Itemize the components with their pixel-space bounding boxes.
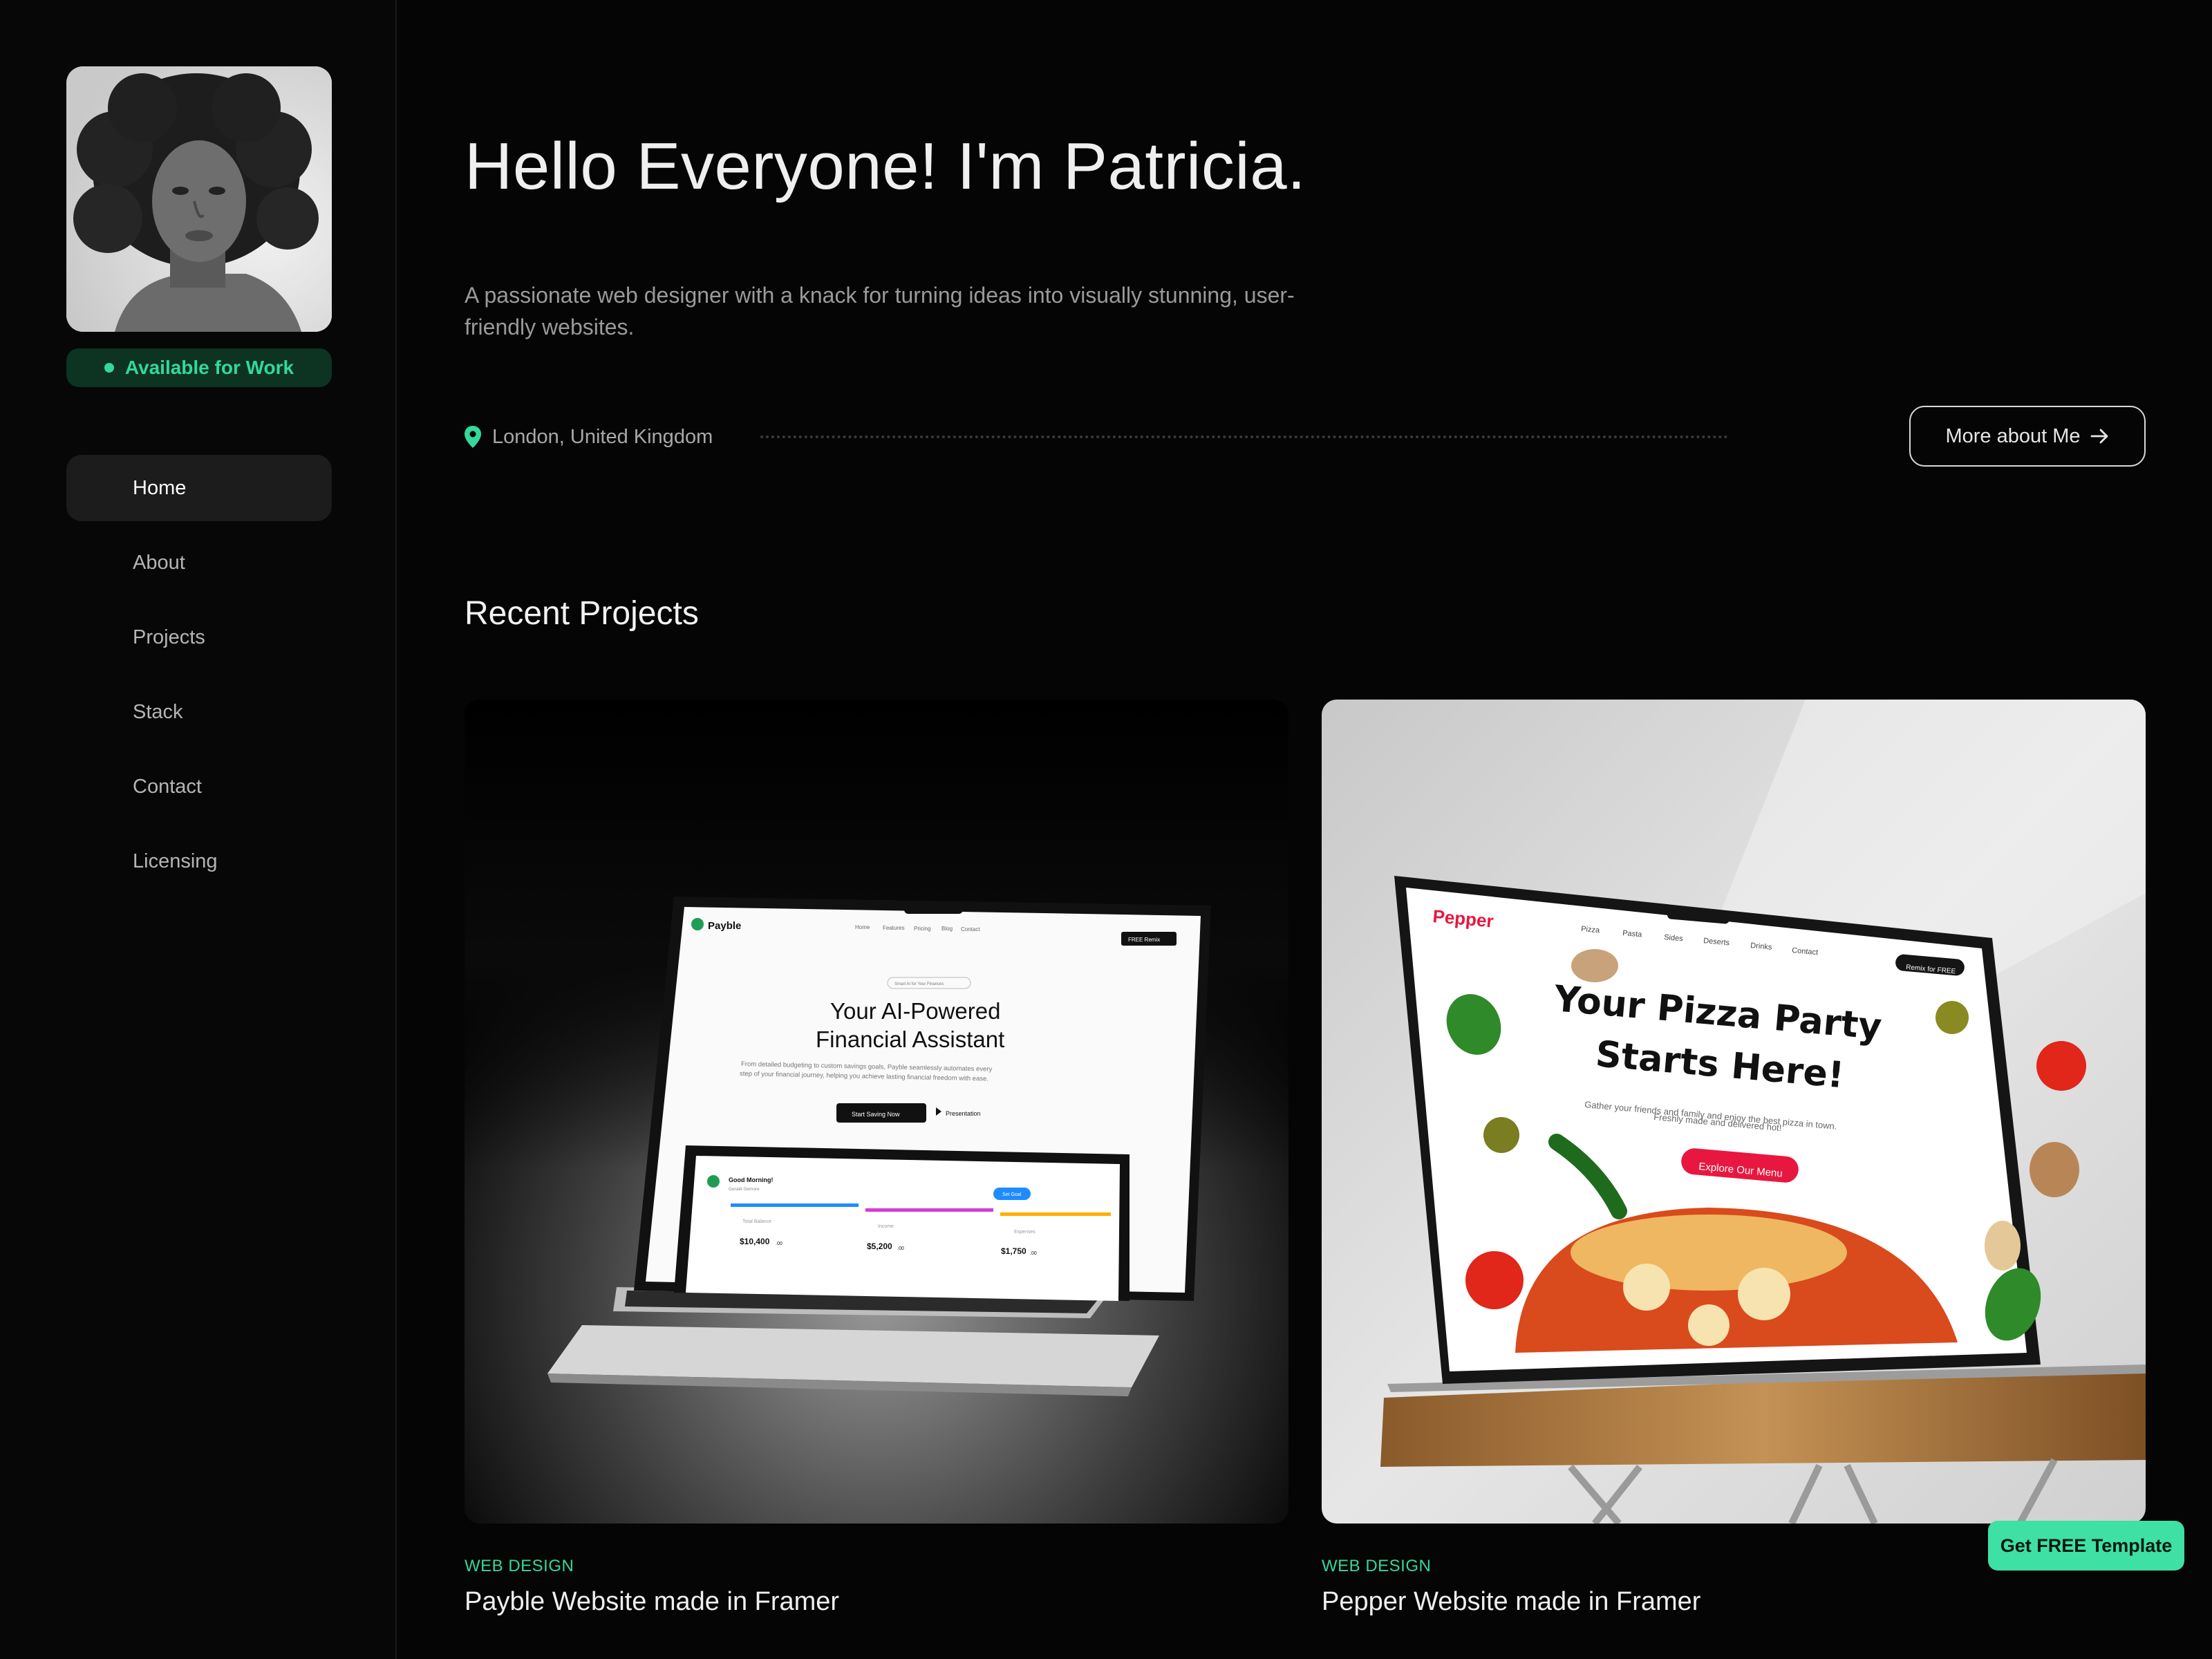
nav-item-about[interactable]: About [66, 529, 332, 596]
payble-nav-button: FREE Remix [1128, 937, 1160, 943]
payble-nav-blog: Blog [941, 926, 953, 932]
payble-stat3-label: Expenses [1014, 1230, 1035, 1235]
arrow-right-icon [2090, 429, 2108, 444]
payble-stat1-label: Total Balance [742, 1219, 771, 1224]
location-text: London, United Kingdom [492, 425, 713, 448]
nav-item-label: Home [133, 476, 187, 499]
pepper-nav-pasta: Pasta [1622, 929, 1643, 939]
get-free-template-button[interactable]: Get FREE Template [1988, 1521, 2184, 1571]
payble-stat3-value: $1,750 [1001, 1246, 1027, 1256]
project-category: WEB DESIGN [465, 1557, 574, 1575]
nav-item-projects[interactable]: Projects [66, 604, 332, 671]
payble-dash-button: Set Goal [1002, 1192, 1022, 1197]
hero-description: A passionate web designer with a knack f… [465, 283, 1295, 339]
pepper-laptop-mockup: Pepper Pizza Pasta Sides Deserts Drinks … [1322, 700, 2146, 1524]
payble-dash-greeting: Good Morning! [729, 1177, 773, 1183]
availability-label: Available for Work [124, 357, 294, 378]
nav-item-label: Stack [133, 700, 183, 723]
status-dot-icon [104, 363, 114, 373]
project-title[interactable]: Payble Website made in Framer [465, 1587, 839, 1617]
payble-nav-features: Features [883, 925, 905, 931]
payble-headline-1: Your AI-Powered [830, 998, 1000, 1024]
nav-item-home[interactable]: Home [66, 455, 332, 521]
more-about-me-button[interactable]: More about Me [1909, 406, 2146, 467]
payble-stat2-value: $5,200 [867, 1241, 892, 1251]
pepper-nav-sides: Sides [1664, 933, 1684, 943]
payble-secondary-button: Presentation [946, 1110, 981, 1117]
payble-dash-sub: Gerald Gemore [729, 1187, 760, 1192]
more-about-me-label: More about Me [1945, 424, 2081, 447]
payble-headline-2: Financial Assistant [816, 1027, 1004, 1052]
payble-stat2-label: Income [878, 1224, 894, 1229]
payble-nav-home: Home [855, 924, 870, 930]
payble-nav-pricing: Pricing [914, 926, 930, 932]
project-title[interactable]: Pepper Website made in Framer [1322, 1587, 1700, 1617]
hero-title: Hello Everyone! I'm Patricia. [465, 129, 1306, 203]
pepper-nav-pizza: Pizza [1581, 925, 1601, 935]
payble-stat1-value: $10,400 [740, 1237, 770, 1246]
payble-stat2-cents: .00 [897, 1246, 904, 1251]
dotted-divider [760, 435, 1728, 438]
availability-badge: Available for Work [66, 348, 332, 387]
project-card-payble-image[interactable]: Payble Home Features Pricing Blog Contac… [465, 700, 1288, 1524]
project-category: WEB DESIGN [1322, 1557, 1432, 1575]
avatar [66, 66, 332, 332]
payble-pill: Smart AI for Your Finances [894, 982, 944, 986]
sidebar: Available for Work Home About Projects S… [0, 0, 397, 1659]
payble-brand: Payble [708, 920, 741, 932]
nav-item-contact[interactable]: Contact [66, 753, 332, 820]
payble-nav-contact: Contact [961, 926, 980, 932]
section-title: Recent Projects [465, 595, 699, 632]
project-card-pepper-image[interactable]: Pepper Pizza Pasta Sides Deserts Drinks … [1322, 700, 2146, 1524]
map-pin-icon [465, 426, 481, 448]
nav-item-stack[interactable]: Stack [66, 679, 332, 745]
nav-item-label: Licensing [133, 850, 218, 872]
avatar-portrait [66, 66, 332, 332]
payble-stat1-cents: .00 [776, 1241, 782, 1246]
payble-stat3-cents: .00 [1030, 1251, 1037, 1256]
nav-item-licensing[interactable]: Licensing [66, 828, 332, 894]
location: London, United Kingdom [465, 423, 713, 451]
nav-item-label: Contact [133, 775, 202, 798]
payble-primary-button: Start Saving Now [852, 1111, 900, 1118]
nav-item-label: About [133, 551, 185, 574]
nav-item-label: Projects [133, 626, 205, 648]
payble-laptop-mockup: Payble Home Features Pricing Blog Contac… [465, 700, 1288, 1524]
